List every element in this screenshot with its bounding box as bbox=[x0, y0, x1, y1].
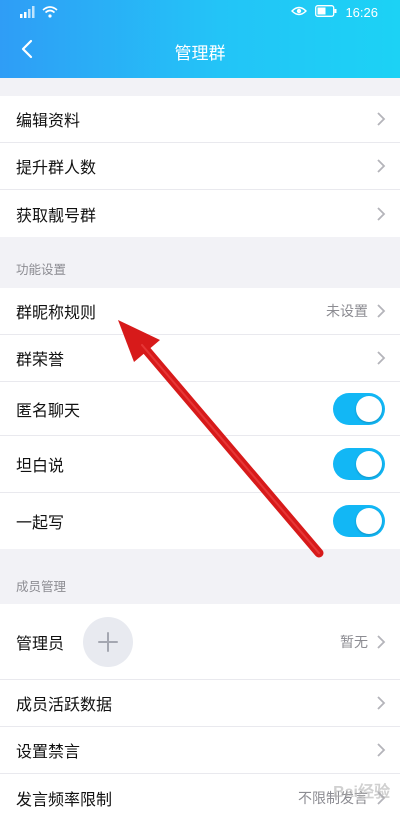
anonymous-chat-toggle[interactable] bbox=[333, 392, 385, 425]
chevron-right-icon bbox=[377, 634, 386, 649]
chevron-right-icon bbox=[377, 304, 386, 318]
row-nickname-rule[interactable]: 群昵称规则 未设置 bbox=[0, 288, 400, 335]
chevron-right-icon bbox=[377, 112, 386, 126]
title-bar: 管理群 bbox=[0, 28, 400, 74]
row-label: 成员活跃数据 bbox=[16, 695, 113, 714]
eye-icon bbox=[291, 5, 308, 20]
watermark: Bai经验 bbox=[333, 784, 390, 801]
toggle-knob bbox=[356, 451, 382, 477]
page-title: 管理群 bbox=[174, 44, 226, 64]
row-label: 坦白说 bbox=[16, 456, 65, 475]
plus-icon bbox=[98, 631, 118, 652]
row-label: 管理员 bbox=[16, 633, 65, 653]
toggle-knob bbox=[356, 508, 382, 534]
row-edit-info[interactable]: 编辑资料 bbox=[0, 96, 400, 143]
row-write-together: 一起写 bbox=[0, 493, 400, 549]
signal-icon bbox=[20, 6, 36, 21]
row-label: 匿名聊天 bbox=[16, 400, 81, 420]
row-premium-number[interactable]: 获取靓号群 bbox=[0, 190, 400, 237]
row-confession: 坦白说 bbox=[0, 436, 400, 493]
row-label: 提升群人数 bbox=[16, 158, 97, 177]
row-member-activity[interactable]: 成员活跃数据 bbox=[0, 680, 400, 727]
chevron-right-icon bbox=[377, 206, 386, 221]
chevron-right-icon bbox=[377, 159, 386, 173]
chevron-right-icon bbox=[377, 696, 386, 710]
row-upgrade-size[interactable]: 提升群人数 bbox=[0, 143, 400, 190]
wifi-icon bbox=[42, 6, 58, 21]
section-label-member: 成员管理 bbox=[16, 579, 67, 594]
row-label: 群荣誉 bbox=[16, 350, 65, 369]
group-function-settings: 群昵称规则 未设置 群荣誉 匿名聊天 坦白说 一起写 bbox=[0, 288, 400, 549]
add-admin-button[interactable] bbox=[83, 616, 133, 667]
status-bar: 16:26 bbox=[0, 0, 400, 26]
row-value: 未设置 bbox=[326, 304, 368, 320]
row-label: 设置禁言 bbox=[16, 742, 81, 761]
chevron-right-icon bbox=[377, 351, 386, 365]
confession-toggle[interactable] bbox=[333, 448, 385, 480]
section-label-function: 功能设置 bbox=[16, 262, 67, 277]
row-label: 发言频率限制 bbox=[16, 789, 113, 809]
row-admin[interactable]: 管理员 暂无 bbox=[0, 604, 400, 680]
row-value: 暂无 bbox=[340, 634, 368, 651]
status-time: 16:26 bbox=[345, 5, 378, 20]
toggle-knob bbox=[356, 395, 382, 422]
row-label: 群昵称规则 bbox=[16, 303, 97, 322]
row-label: 获取靓号群 bbox=[16, 205, 97, 225]
row-anonymous-chat: 匿名聊天 bbox=[0, 382, 400, 436]
row-label: 编辑资料 bbox=[16, 111, 81, 130]
row-label: 一起写 bbox=[16, 513, 65, 532]
battery-icon bbox=[315, 5, 337, 20]
app-header: 16:26 管理群 bbox=[0, 0, 400, 78]
chevron-right-icon bbox=[377, 743, 386, 757]
row-mute-settings[interactable]: 设置禁言 bbox=[0, 727, 400, 774]
group-basic: 编辑资料 提升群人数 获取靓号群 bbox=[0, 96, 400, 237]
write-together-toggle[interactable] bbox=[333, 505, 385, 537]
row-group-honor[interactable]: 群荣誉 bbox=[0, 335, 400, 382]
